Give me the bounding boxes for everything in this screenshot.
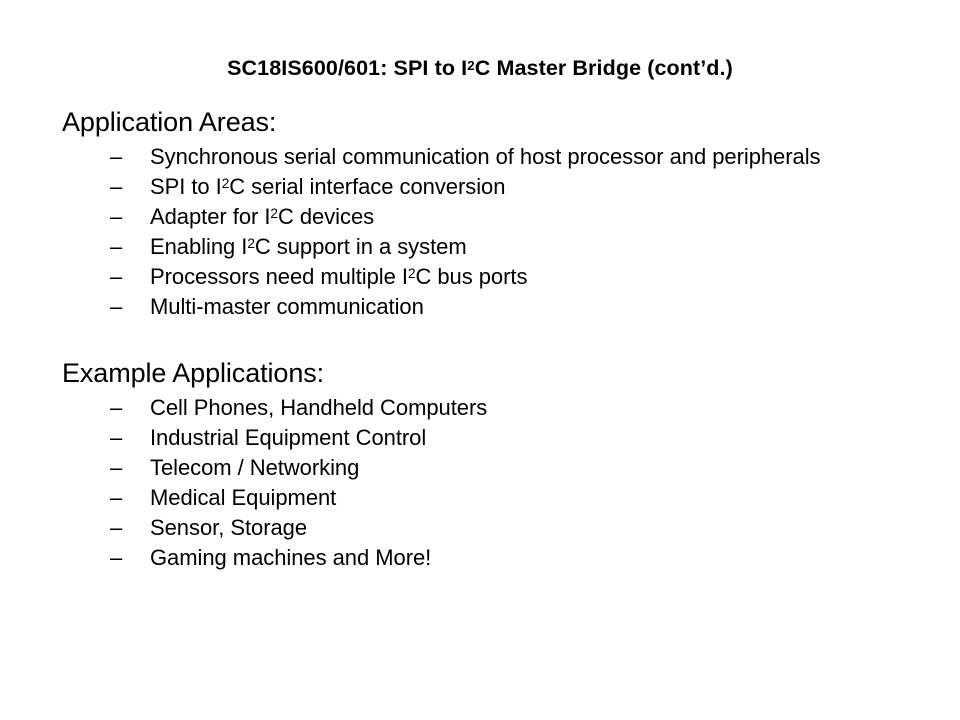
list-item-text-pre: Enabling I (150, 234, 248, 259)
list-item-text-post: C serial interface conversion (229, 174, 506, 199)
section-heading-application-areas: Application Areas: (62, 107, 277, 137)
slide-title: SC18IS600/601: SPI to I2C Master Bridge … (0, 55, 960, 81)
bullet-dash-icon: – (110, 515, 123, 540)
list-item-text-pre: Industrial Equipment Control (150, 425, 427, 450)
list-item-text-pre: Adapter for I (150, 204, 271, 229)
bullet-dash-icon: – (110, 294, 123, 319)
list-item: – Multi-master communication (62, 292, 922, 322)
section-example-applications: Example Applications: – Cell Phones, Hand… (62, 356, 922, 573)
list-item-text-post: C devices (277, 204, 375, 229)
bullet-list-example-applications: – Cell Phones, Handheld Computers – Indust… (62, 393, 922, 573)
list-item: – Medical Equipment (62, 483, 922, 513)
list-item-text-post: C support in a system (254, 234, 467, 259)
bullet-dash-icon: – (110, 234, 123, 259)
list-item-text-pre: Cell Phones, Handheld Computers (150, 395, 488, 420)
list-item-text-pre: Telecom / Networking (150, 455, 360, 480)
list-item: – Telecom / Networking (62, 453, 922, 483)
list-item-text-pre: Gaming machines and More! (150, 545, 432, 570)
list-item: – Sensor, Storage (62, 513, 922, 543)
list-item-text-pre: Medical Equipment (150, 485, 337, 510)
section-application-areas: Application Areas: – Synchronous serial c… (62, 105, 922, 322)
list-item-text-post: C bus ports (415, 264, 528, 289)
section-heading-example-applications: Example Applications: (62, 358, 325, 388)
list-item-superscript: 2 (270, 206, 278, 222)
bullet-dash-icon: – (110, 264, 123, 289)
list-item-text-pre: Processors need multiple I (150, 264, 408, 289)
list-item: – Industrial Equipment Control (62, 423, 922, 453)
bullet-dash-icon: – (110, 144, 123, 169)
bullet-dash-icon: – (110, 425, 123, 450)
slide-title-superscript: 2 (467, 57, 475, 73)
list-item-superscript: 2 (221, 176, 230, 192)
list-item: – Enabling I2C support in a system (62, 232, 922, 262)
list-item-text-pre: Multi-master communication (150, 294, 424, 319)
list-item: – Adapter for I2C devices (62, 202, 922, 232)
list-item-superscript: 2 (407, 266, 416, 282)
slide-title-prefix: SC18IS600/601: SPI to I (227, 56, 468, 81)
slide-body: Application Areas: – Synchronous serial c… (62, 105, 922, 573)
list-item-text-pre: Sensor, Storage (150, 515, 308, 540)
slide-canvas: SC18IS600/601: SPI to I2C Master Bridge … (0, 0, 960, 720)
bullet-dash-icon: – (110, 455, 123, 480)
bullet-dash-icon: – (110, 204, 123, 229)
bullet-dash-icon: – (110, 174, 123, 199)
slide-title-suffix: C Master Bridge (cont’d.) (474, 56, 733, 81)
list-item: – Cell Phones, Handheld Computers (62, 393, 922, 423)
list-item: – Gaming machines and More! (62, 543, 922, 573)
bullet-dash-icon: – (110, 485, 123, 510)
bullet-dash-icon: – (110, 395, 123, 420)
list-item: – Synchronous serial communication of hos… (62, 142, 922, 172)
bullet-dash-icon: – (110, 545, 123, 570)
list-item: – Processors need multiple I2C bus ports (62, 262, 922, 292)
list-item-superscript: 2 (247, 236, 255, 252)
list-item: – SPI to I2C serial interface conversion (62, 172, 922, 202)
bullet-list-application-areas: – Synchronous serial communication of hos… (62, 142, 922, 322)
list-item-text-pre: SPI to I (150, 174, 222, 199)
list-item-text-pre: Synchronous serial communication of host… (150, 144, 821, 169)
